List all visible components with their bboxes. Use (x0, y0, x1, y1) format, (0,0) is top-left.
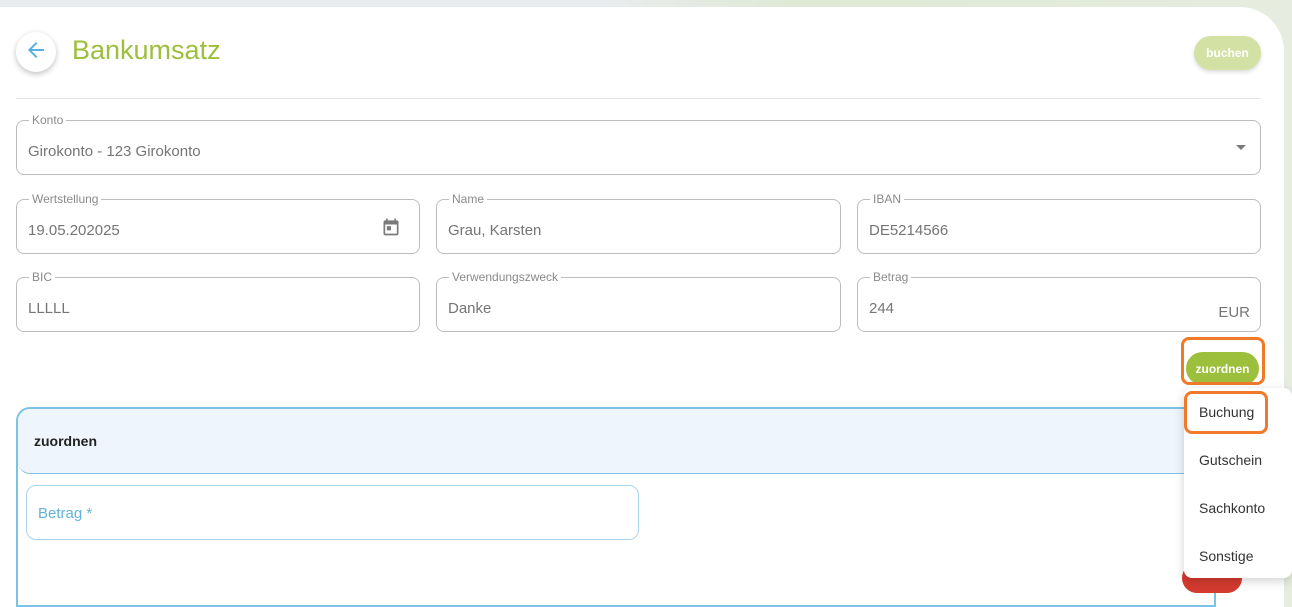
panel-header[interactable]: zuordnen (18, 409, 1214, 474)
zuordnen-button[interactable]: zuordnen (1186, 352, 1259, 385)
buchen-button[interactable]: buchen (1194, 36, 1261, 70)
verwendungszweck-field[interactable]: Verwendungszweck Danke (436, 270, 841, 332)
menu-item-buchung[interactable]: Buchung (1199, 404, 1254, 420)
iban-label: IBAN (870, 192, 905, 206)
betrag-value: 244 (869, 300, 895, 317)
currency-suffix: EUR (1218, 304, 1250, 321)
arrow-left-icon (24, 38, 48, 67)
verwendungszweck-value: Danke (448, 300, 492, 317)
name-field[interactable]: Name Grau, Karsten (436, 192, 841, 254)
wertstellung-field[interactable]: Wertstellung 19.05.202025 (16, 192, 420, 254)
iban-field[interactable]: IBAN DE5214566 (857, 192, 1261, 254)
menu-item-sachkonto[interactable]: Sachkonto (1199, 500, 1265, 516)
konto-select[interactable]: Konto Girokonto - 123 Girokonto (16, 113, 1261, 175)
betrag-placeholder: Betrag * (38, 505, 93, 522)
wertstellung-label: Wertstellung (29, 192, 102, 206)
menu-item-gutschein[interactable]: Gutschein (1199, 452, 1262, 468)
zuordnen-panel: zuordnen Betrag * (16, 407, 1216, 607)
betrag-field[interactable]: Betrag 244 EUR (857, 270, 1261, 332)
bic-value: LLLLL (28, 300, 70, 317)
wertstellung-value: 19.05.202025 (28, 222, 120, 239)
divider (16, 98, 1260, 99)
calendar-icon[interactable] (381, 217, 401, 242)
bic-label: BIC (29, 270, 56, 284)
verwendungszweck-label: Verwendungszweck (449, 270, 562, 284)
panel-title: zuordnen (34, 433, 97, 449)
back-button[interactable] (16, 32, 56, 72)
konto-label: Konto (29, 113, 67, 127)
konto-value: Girokonto - 123 Girokonto (28, 143, 201, 160)
bic-field[interactable]: BIC LLLLL (16, 270, 420, 332)
name-label: Name (449, 192, 488, 206)
betrag-label: Betrag (870, 270, 912, 284)
zuordnen-menu: Buchung Gutschein Sachkonto Sonstige (1184, 388, 1292, 578)
page-title: Bankumsatz (72, 35, 221, 65)
menu-item-sonstige[interactable]: Sonstige (1199, 548, 1253, 564)
dropdown-caret-icon[interactable] (1236, 145, 1246, 150)
betrag-input[interactable]: Betrag * (26, 485, 639, 540)
iban-value: DE5214566 (869, 222, 949, 239)
name-value: Grau, Karsten (448, 222, 542, 239)
